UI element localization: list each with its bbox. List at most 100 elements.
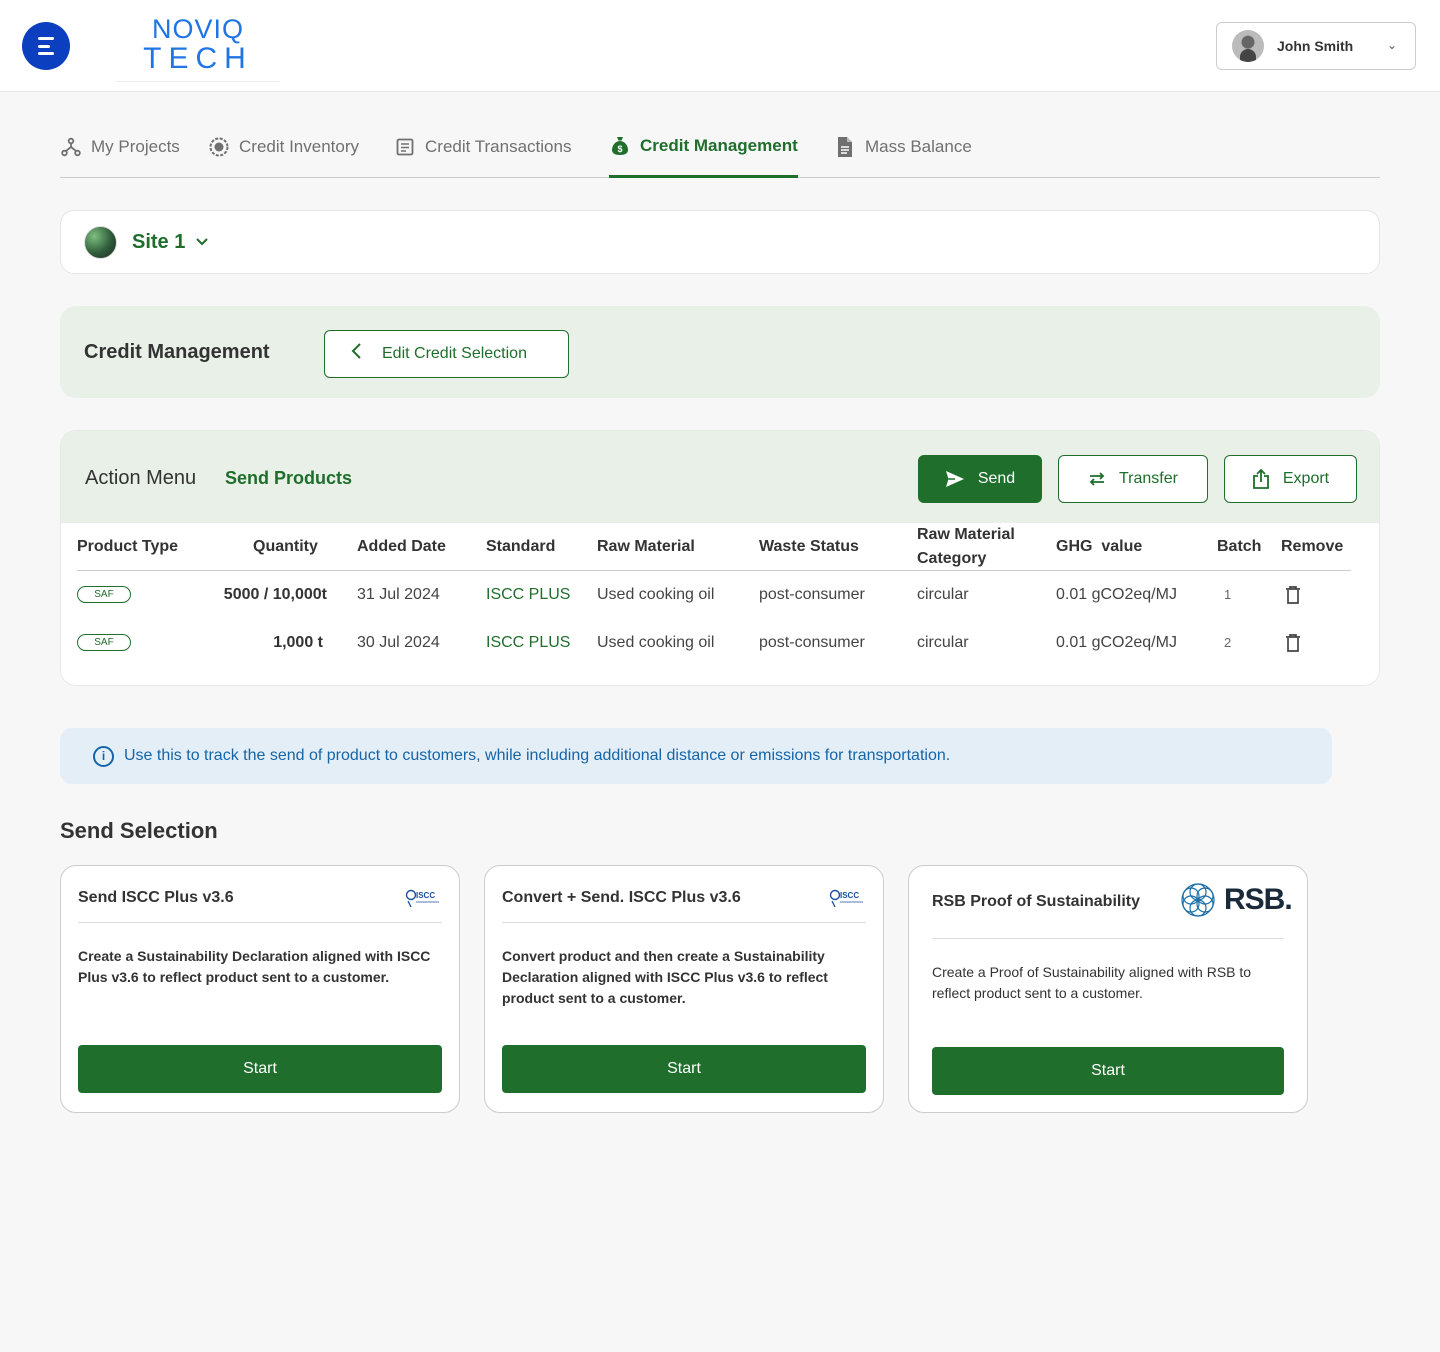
export-label: Export: [1282, 470, 1330, 487]
svg-text:$: $: [617, 144, 622, 154]
credit-management-title: Credit Management: [84, 341, 270, 363]
action-menu-header: Action Menu Send Products Send Transfer …: [61, 431, 1379, 523]
table-header-divider: [77, 570, 1351, 571]
swap-icon: [1088, 471, 1106, 487]
batch-cell: 2: [1224, 635, 1232, 650]
card-description: Create a Proof of Sustainability aligned…: [932, 964, 1252, 1001]
logo-line-2: TECH: [143, 42, 253, 75]
user-name: John Smith: [1277, 38, 1354, 54]
edit-credit-selection-label: Edit Credit Selection: [382, 345, 527, 362]
raw-material-cell: Used cooking oil: [597, 586, 715, 603]
document-icon: [394, 136, 416, 158]
money-bag-icon: $: [609, 135, 631, 157]
rsb-text: RSB.: [1224, 883, 1293, 916]
menu-button[interactable]: [22, 22, 70, 70]
send-option-card: Convert + Send. ISCC Plus v3.6 ISCC Conv…: [484, 865, 884, 1113]
waste-status-cell: post-consumer: [759, 586, 865, 603]
send-label: Send: [977, 470, 1016, 487]
tab-credit-management[interactable]: $ Credit Management: [609, 116, 798, 178]
tab-label: Mass Balance: [865, 137, 972, 156]
send-option-card: Send ISCC Plus v3.6 ISCC Create a Sustai…: [60, 865, 460, 1113]
standard-cell: ISCC PLUS: [486, 634, 571, 651]
info-banner: i Use this to track the send of product …: [60, 728, 1332, 784]
chevron-down-icon: ⌄: [1386, 38, 1397, 52]
export-button[interactable]: Export: [1224, 455, 1357, 503]
avatar: [1232, 30, 1264, 62]
header-added-date: Added Date: [357, 538, 446, 555]
card-description: Create a Sustainability Declaration alig…: [78, 948, 431, 985]
hamburger-icon: [38, 37, 54, 55]
trash-icon[interactable]: [1284, 585, 1302, 605]
added-date-cell: 31 Jul 2024: [357, 586, 440, 603]
standard-cell: ISCC PLUS: [486, 586, 571, 603]
waste-status-cell: post-consumer: [759, 634, 865, 651]
logo[interactable]: NOVIQ TECH: [116, 12, 280, 82]
card-title: Send ISCC Plus v3.6: [78, 889, 234, 906]
added-date-cell: 30 Jul 2024: [357, 634, 440, 651]
start-button[interactable]: Start: [78, 1045, 442, 1093]
action-menu-subtitle: Send Products: [225, 468, 353, 488]
logo-line-1: NOVIQ: [151, 14, 244, 44]
network-icon: [60, 136, 82, 158]
card-title: RSB Proof of Sustainability: [932, 893, 1141, 910]
header-product-type: Product Type: [77, 538, 179, 555]
header-raw-material-category-line-1: Raw Material: [917, 526, 1015, 543]
rsb-logo: RSB.: [1180, 882, 1293, 918]
user-menu[interactable]: John Smith ⌄: [1216, 22, 1416, 70]
ghg-cell: 0.01 gCO2eq/MJ: [1056, 634, 1177, 651]
tab-mass-balance[interactable]: Mass Balance: [834, 116, 972, 178]
card-title: Convert + Send. ISCC Plus v3.6: [502, 889, 741, 906]
tab-label: My Projects: [91, 137, 180, 156]
header-waste-status: Waste Status: [759, 538, 859, 555]
start-button[interactable]: Start: [932, 1047, 1284, 1095]
ghg-cell: 0.01 gCO2eq/MJ: [1056, 586, 1177, 603]
category-cell: circular: [917, 586, 969, 603]
trash-icon[interactable]: [1284, 633, 1302, 653]
info-text: Use this to track the send of product to…: [124, 747, 951, 764]
header-quantity: Quantity: [253, 538, 318, 555]
product-type-badge: SAF: [77, 634, 131, 651]
chevron-left-icon: [350, 342, 362, 366]
transfer-label: Transfer: [1119, 470, 1178, 487]
transfer-button[interactable]: Transfer: [1058, 455, 1208, 503]
tab-credit-transactions[interactable]: Credit Transactions: [394, 116, 571, 178]
credit-management-panel: Credit Management Edit Credit Selection: [60, 306, 1380, 398]
quantity-cell: 1,000 t: [273, 634, 323, 651]
header-batch: Batch: [1217, 538, 1262, 555]
header-standard: Standard: [486, 538, 556, 555]
svg-text:ISCC: ISCC: [840, 891, 859, 900]
top-bar: NOVIQ TECH John Smith ⌄: [0, 0, 1440, 92]
send-icon: [945, 470, 965, 488]
header-raw-material-category-line-2: Category: [917, 550, 987, 567]
product-type-badge: SAF: [77, 586, 131, 603]
category-cell: circular: [917, 634, 969, 651]
info-icon: i: [93, 745, 114, 767]
site-name[interactable]: Site 1: [132, 231, 185, 254]
tab-my-projects[interactable]: My Projects: [60, 116, 180, 178]
badge-icon: [208, 136, 230, 158]
header-remove: Remove: [1281, 538, 1344, 555]
batch-cell: 1: [1224, 587, 1232, 602]
card-divider: [78, 922, 442, 923]
raw-material-cell: Used cooking oil: [597, 634, 715, 651]
svg-text:ISCC: ISCC: [416, 891, 435, 900]
send-option-card: RSB Proof of Sustainability RSB. Create …: [908, 865, 1308, 1113]
iscc-logo: ISCC: [405, 888, 441, 908]
send-selection-title: Send Selection: [60, 818, 218, 843]
tab-label: Credit Inventory: [239, 137, 359, 156]
site-selector-card: Site 1: [60, 210, 1380, 274]
send-button[interactable]: Send: [918, 455, 1042, 503]
card-description: Convert product and then create a Sustai…: [502, 948, 828, 1006]
card-divider: [932, 938, 1284, 939]
quantity-cell: 5000 / 10,000t: [223, 586, 327, 603]
chevron-down-icon[interactable]: [195, 234, 209, 250]
rsb-flower-icon: [1181, 883, 1215, 917]
edit-credit-selection-button[interactable]: Edit Credit Selection: [324, 330, 569, 378]
tab-label: Credit Transactions: [425, 137, 572, 156]
file-icon: [834, 136, 856, 158]
iscc-logo: ISCC: [829, 888, 865, 908]
tab-credit-inventory[interactable]: Credit Inventory: [208, 116, 359, 178]
header-raw-material: Raw Material: [597, 538, 695, 555]
start-button[interactable]: Start: [502, 1045, 866, 1093]
card-divider: [502, 922, 866, 923]
